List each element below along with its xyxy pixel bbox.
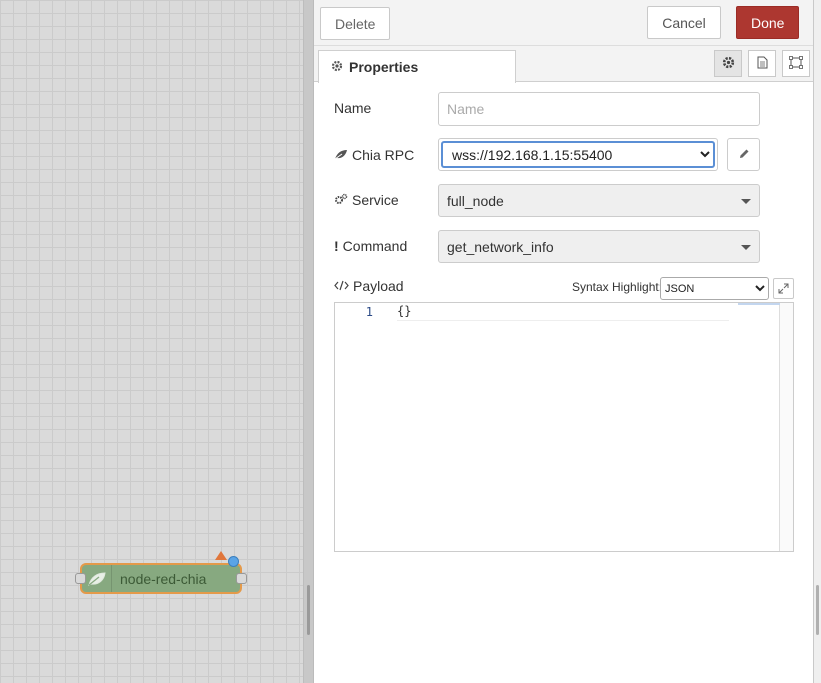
- scroll-marker: [738, 303, 780, 305]
- name-input[interactable]: [438, 92, 760, 126]
- pencil-icon: [738, 147, 750, 163]
- payload-label: Payload: [334, 278, 404, 294]
- caret-down-icon: [741, 199, 751, 204]
- caret-down-icon: [741, 245, 751, 250]
- tab-settings-button[interactable]: [714, 50, 742, 77]
- edit-config-button[interactable]: [727, 138, 760, 171]
- command-label: ! Command: [334, 238, 408, 254]
- editor-scrollbar[interactable]: [738, 303, 793, 551]
- syntax-highlight-label: Syntax Highlight:: [572, 280, 663, 294]
- tray-toolbar: Delete Cancel Done: [314, 0, 814, 46]
- cancel-button[interactable]: Cancel: [647, 6, 721, 39]
- leaf-icon: [334, 147, 348, 163]
- resize-grip[interactable]: [816, 585, 819, 635]
- flow-node-chia[interactable]: node-red-chia: [75, 551, 247, 594]
- tab-properties[interactable]: Properties: [318, 50, 516, 83]
- command-select[interactable]: get_network_info: [438, 230, 760, 263]
- done-button[interactable]: Done: [736, 6, 799, 39]
- node-label: node-red-chia: [120, 571, 207, 587]
- line-number: 1: [365, 305, 373, 319]
- name-label: Name: [334, 100, 372, 116]
- tray-right-edge: [813, 0, 821, 683]
- expand-icon: [778, 281, 789, 297]
- node-output-port[interactable]: [236, 573, 247, 584]
- exclamation-icon: !: [334, 238, 339, 254]
- syntax-highlight-select[interactable]: JSON: [660, 277, 769, 300]
- payload-code-editor[interactable]: 1 {}: [334, 302, 794, 552]
- tray-tab-bar: Properties: [314, 46, 814, 83]
- cogs-icon: [334, 192, 348, 208]
- workspace-divider[interactable]: [303, 0, 313, 683]
- gear-icon: [722, 56, 735, 72]
- resize-grip[interactable]: [307, 585, 310, 635]
- code-line[interactable]: {}: [397, 304, 729, 321]
- code-icon: [334, 278, 349, 294]
- tab-properties-label: Properties: [349, 59, 419, 75]
- service-label: Service: [334, 192, 399, 208]
- tab-appearance-button[interactable]: [782, 50, 810, 77]
- flow-workspace[interactable]: node-red-chia: [0, 0, 306, 683]
- expand-editor-button[interactable]: [773, 278, 794, 299]
- warning-icon: [215, 551, 227, 560]
- edit-tray: Delete Cancel Done Properties Name Name …: [313, 0, 814, 683]
- changed-indicator-icon: [228, 556, 239, 567]
- gear-icon: [331, 59, 343, 75]
- document-icon: [757, 56, 768, 72]
- editor-gutter: 1: [335, 303, 383, 551]
- service-select[interactable]: full_node: [438, 184, 760, 217]
- delete-button[interactable]: Delete: [320, 7, 390, 40]
- tab-description-button[interactable]: [748, 50, 776, 77]
- chia-rpc-label: Chia RPC: [334, 147, 414, 163]
- frame-icon: [789, 55, 803, 72]
- leaf-icon: [82, 565, 112, 592]
- chia-rpc-select[interactable]: wss://192.168.1.15:55400: [441, 141, 715, 168]
